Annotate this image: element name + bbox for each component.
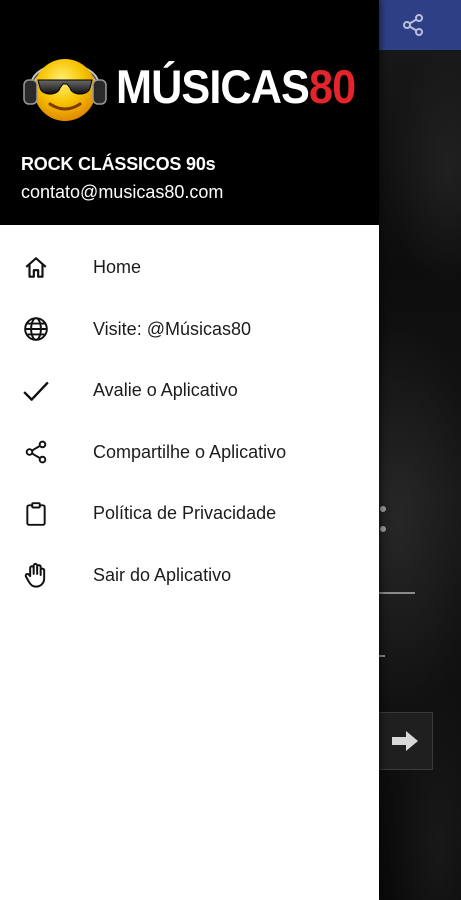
menu-item-label: Visite: @Músicas80 [93, 318, 252, 339]
drawer-email: contato@musicas80.com [21, 182, 224, 202]
menu-item-rate[interactable]: Avalie o Aplicativo [0, 360, 379, 422]
drawer-header: MÚSICAS80 ROCK CLÁSSICOS 90s contato@mus… [0, 0, 379, 225]
menu-item-label: Política de Privacidade [93, 503, 277, 524]
app-logo: MÚSICAS80 [20, 44, 365, 128]
globe-icon [21, 314, 51, 344]
navigation-drawer: MÚSICAS80 ROCK CLÁSSICOS 90s contato@mus… [0, 0, 379, 900]
menu-item-label: Avalie o Aplicativo [93, 380, 238, 401]
home-icon [21, 253, 51, 283]
toolbar-share-button[interactable] [398, 10, 428, 40]
menu-item-label: Compartilhe o Aplicativo [93, 441, 287, 462]
share-icon [403, 14, 423, 36]
clipboard-icon [21, 499, 51, 529]
logo-text-main: MÚSICAS [116, 59, 310, 113]
hand-icon [21, 560, 51, 590]
check-icon [21, 376, 51, 406]
menu-item-share[interactable]: Compartilhe o Aplicativo [0, 422, 379, 484]
menu-item-home[interactable]: Home [0, 237, 379, 299]
logo-wordmark: MÚSICAS80 [116, 59, 356, 113]
background-image [379, 50, 461, 900]
background-dash [379, 655, 385, 657]
background-dot [380, 506, 386, 512]
background-progress-line [379, 592, 415, 594]
drawer-title: ROCK CLÁSSICOS 90s [21, 154, 216, 174]
menu-item-label: Sair do Aplicativo [93, 564, 232, 585]
arrow-right-icon [392, 731, 418, 751]
background-dot [380, 526, 386, 532]
drawer-menu: Home Visite: @Músicas80 Avalie o Aplicat… [0, 237, 379, 606]
logo-text-accent: 80 [308, 59, 356, 113]
menu-item-privacy[interactable]: Política de Privacidade [0, 483, 379, 545]
menu-item-exit[interactable]: Sair do Aplicativo [0, 545, 379, 607]
share-icon [21, 437, 51, 467]
menu-item-visit[interactable]: Visite: @Músicas80 [0, 299, 379, 361]
smiley-headphones-icon [23, 59, 107, 121]
menu-item-label: Home [93, 257, 142, 278]
next-button[interactable] [377, 712, 433, 770]
